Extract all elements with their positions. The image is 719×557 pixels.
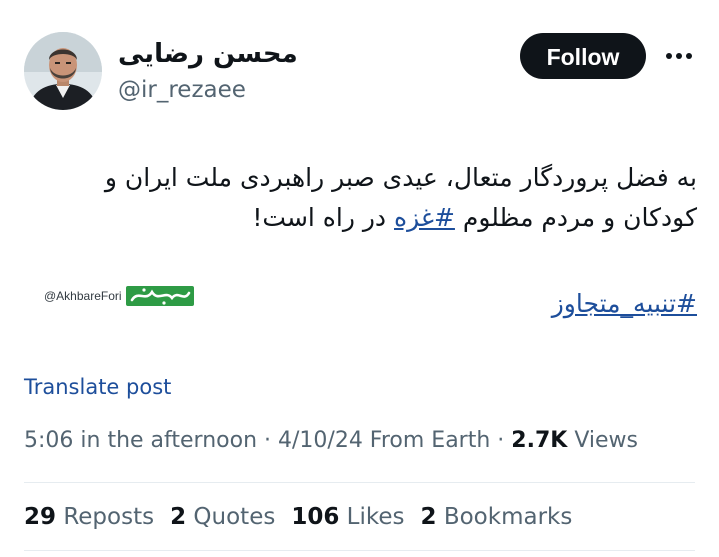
bookmarks-label: Bookmarks (436, 504, 573, 530)
divider (24, 482, 695, 483)
tweet-time[interactable]: 5:06 in the afternoon (24, 428, 257, 453)
hashtag-punish-aggressor-link[interactable]: #تنبیه_متجاوز (552, 289, 697, 318)
tweet-source: From Earth (362, 428, 491, 453)
reposts-label: Reposts (56, 504, 155, 530)
divider (24, 550, 695, 551)
translate-post-link[interactable]: Translate post (24, 372, 171, 402)
tweet-line-1: به فضل پروردگار متعال، عیدی صبر راهبردی … (104, 163, 697, 192)
quotes-stat[interactable]: 2 Quotes (170, 502, 275, 532)
tweet-line-2-start: کودکان و مردم مظلوم (462, 203, 697, 232)
reposts-stat[interactable]: 29 Reposts (24, 502, 154, 532)
image-watermark: @AkhbareFori (44, 284, 194, 308)
profile-photo (24, 32, 102, 110)
likes-count: 106 (291, 504, 340, 530)
akhbarefori-logo (125, 286, 194, 306)
reposts-count: 29 (24, 504, 57, 530)
bookmarks-stat[interactable]: 2 Bookmarks (421, 502, 573, 532)
views-count: 2.7K (511, 428, 568, 453)
quotes-count: 2 (170, 504, 187, 530)
views-label: Views (567, 428, 638, 453)
author-display-name[interactable]: محسن رضایی (118, 38, 298, 70)
tweet-meta: 5:06 in the afternoon · 4/10/24 From Ear… (24, 426, 638, 456)
avatar[interactable] (24, 32, 102, 110)
quotes-label: Quotes (186, 504, 276, 530)
likes-stat[interactable]: 106 Likes (291, 502, 404, 532)
follow-button[interactable]: Follow (520, 33, 646, 79)
bookmarks-count: 2 (420, 504, 437, 530)
author-handle[interactable]: @ir_rezaee (118, 76, 246, 104)
ellipsis-icon (666, 53, 692, 59)
watermark-handle: @AkhbareFori (44, 289, 122, 303)
tweet-date[interactable]: 4/10/24 (278, 428, 363, 453)
engagement-stats: 29 Reposts 2 Quotes 106 Likes 2 Bookmark… (24, 502, 588, 532)
hashtag-gaza-link[interactable]: #غزه (394, 203, 455, 232)
likes-label: Likes (339, 504, 405, 530)
tweet-line-2-end: در راه است! (252, 203, 387, 232)
hashtag-punish-aggressor-line: #تنبیه_متجاوز (552, 286, 697, 322)
tweet-text: به فضل پروردگار متعال، عیدی صبر راهبردی … (17, 158, 697, 238)
more-options-button[interactable] (662, 44, 696, 68)
meta-separator: · (257, 428, 278, 453)
meta-separator: · (490, 428, 512, 453)
tweet-line-2: کودکان و مردم مظلوم #غزه در راه است! (17, 198, 697, 238)
